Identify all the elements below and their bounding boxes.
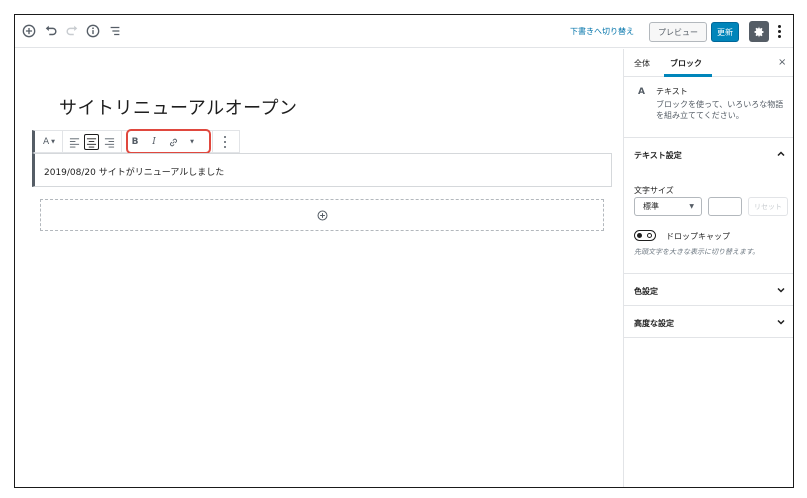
more-menu-button[interactable]	[774, 23, 784, 40]
chevron-down-icon	[776, 317, 786, 327]
align-right-button[interactable]	[102, 134, 116, 150]
font-size-label: 文字サイズ	[634, 186, 674, 195]
text-settings-title: テキスト設定	[634, 151, 682, 160]
block-card-description: ブロックを使って、いろいろな物語を組み立ててください。	[656, 100, 784, 120]
color-settings-title: 色設定	[634, 287, 658, 296]
drop-cap-label: ドロップキャップ	[666, 232, 730, 241]
sidebar-tabs: 全体 ブロック ×	[624, 49, 793, 77]
paragraph-block-icon: A	[638, 87, 645, 97]
settings-button[interactable]	[749, 21, 769, 42]
toggle-off-mark	[647, 233, 652, 238]
align-center-icon	[86, 137, 97, 148]
info-icon[interactable]	[85, 23, 101, 39]
editor-canvas: サイトリニューアルオープン A ▼ B I ▼ 2019/08/20 サイトがリ…	[15, 49, 623, 487]
font-size-value: 標準	[643, 202, 659, 211]
outline-icon[interactable]	[107, 23, 123, 39]
settings-sidebar: 全体 ブロック × A テキスト ブロックを使って、いろいろな物語を組み立ててく…	[623, 49, 793, 487]
caret-down-icon: ▼	[689, 203, 694, 210]
drop-cap-help: 先頭文字を大きな表示に切り替えます。	[634, 248, 760, 256]
undo-icon[interactable]	[43, 23, 59, 39]
text-settings-panel-header[interactable]: テキスト設定	[624, 139, 793, 169]
tab-block[interactable]: ブロック	[670, 58, 702, 69]
align-left-button[interactable]	[67, 134, 81, 150]
custom-font-size-input[interactable]	[708, 197, 742, 216]
color-settings-panel-header[interactable]: 色設定	[624, 275, 793, 305]
chevron-down-icon	[776, 285, 786, 295]
tab-document[interactable]: 全体	[634, 58, 650, 69]
redo-icon[interactable]	[64, 23, 80, 39]
formatting-highlight-outline	[126, 129, 211, 154]
advanced-settings-title: 高度な設定	[634, 319, 674, 328]
block-type-switcher[interactable]: A ▼	[40, 134, 58, 150]
align-right-icon	[104, 137, 114, 148]
font-size-select[interactable]: 標準 ▼	[634, 197, 702, 216]
paragraph-text[interactable]: 2019/08/20 サイトがリニューアルしました	[44, 165, 224, 178]
add-block-icon[interactable]	[21, 23, 37, 39]
update-button[interactable]: 更新	[711, 22, 739, 42]
block-appender[interactable]	[40, 199, 604, 231]
block-more-options-button[interactable]	[218, 134, 232, 150]
advanced-settings-panel-header[interactable]: 高度な設定	[624, 307, 793, 337]
close-sidebar-button[interactable]: ×	[778, 57, 786, 68]
preview-button[interactable]: プレビュー	[649, 22, 707, 42]
align-center-button[interactable]	[84, 134, 99, 150]
block-type-label: A	[42, 137, 50, 147]
chevron-up-icon	[776, 149, 786, 159]
drop-cap-toggle[interactable]	[634, 230, 656, 241]
post-title[interactable]: サイトリニューアルオープン	[59, 94, 298, 120]
add-block-icon	[317, 210, 328, 221]
paragraph-block[interactable]: 2019/08/20 サイトがリニューアルしました	[32, 153, 612, 187]
editor-window: 下書きへ切り替え プレビュー 更新 サイトリニューアルオープン A ▼ B I …	[14, 14, 794, 488]
toggle-knob	[637, 233, 642, 238]
gear-icon	[754, 26, 764, 37]
align-left-icon	[69, 137, 79, 148]
switch-to-draft-link[interactable]: 下書きへ切り替え	[570, 26, 634, 37]
caret-down-icon: ▼	[51, 139, 56, 145]
block-card-title: テキスト	[656, 87, 688, 96]
block-card: A テキスト ブロックを使って、いろいろな物語を組み立ててください。	[624, 77, 793, 138]
top-toolbar: 下書きへ切り替え プレビュー 更新	[15, 15, 793, 48]
reset-font-size-button[interactable]: リセット	[748, 197, 788, 216]
